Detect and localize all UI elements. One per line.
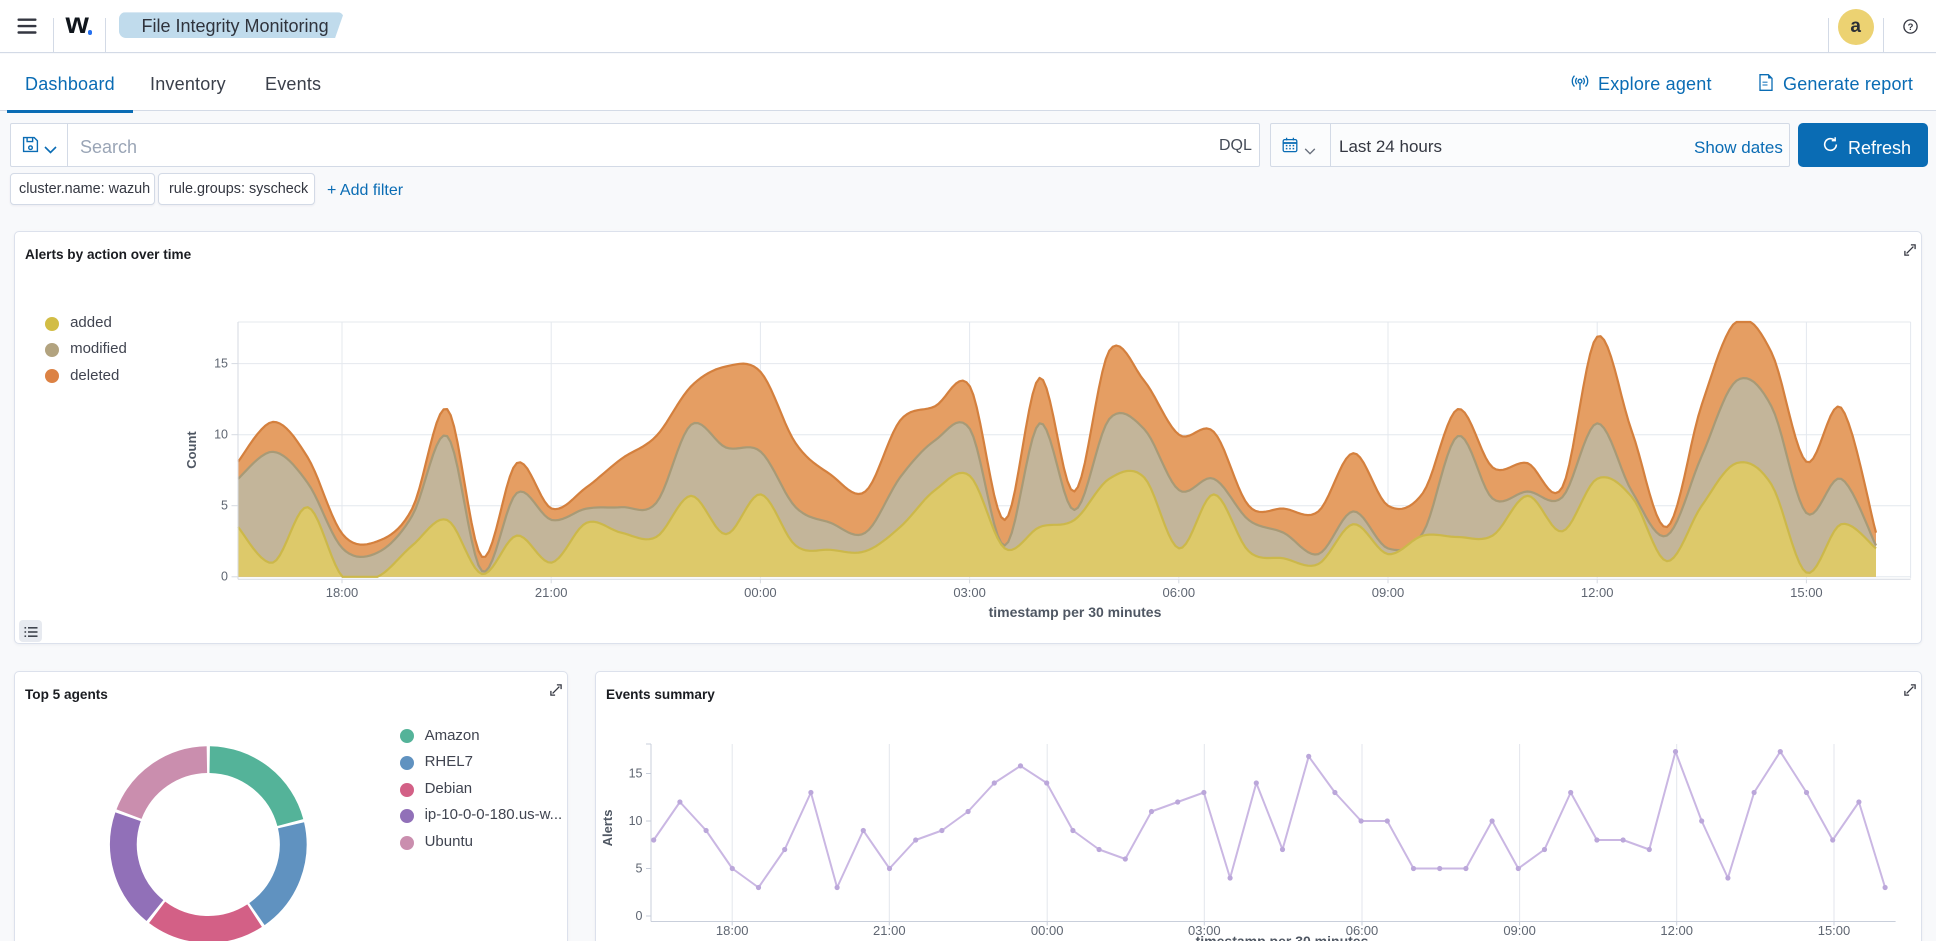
- svg-text:15: 15: [214, 356, 228, 370]
- svg-text:09:00: 09:00: [1372, 585, 1405, 600]
- svg-text:timestamp per 30 minutes: timestamp per 30 minutes: [989, 604, 1162, 620]
- svg-text:12:00: 12:00: [1581, 585, 1614, 600]
- svg-text:5: 5: [636, 861, 643, 875]
- svg-text:15: 15: [629, 766, 643, 780]
- svg-text:15:00: 15:00: [1790, 585, 1823, 600]
- svg-text:0: 0: [636, 909, 643, 923]
- svg-text:03:00: 03:00: [953, 585, 986, 600]
- svg-text:21:00: 21:00: [873, 923, 906, 938]
- svg-text:18:00: 18:00: [326, 585, 359, 600]
- svg-text:00:00: 00:00: [744, 585, 777, 600]
- svg-text:10: 10: [214, 427, 228, 441]
- svg-text:Alerts: Alerts: [600, 810, 615, 847]
- svg-text:12:00: 12:00: [1660, 923, 1693, 938]
- svg-text:5: 5: [221, 498, 228, 512]
- svg-text:timestamp per 30 minutes: timestamp per 30 minutes: [1196, 933, 1369, 941]
- svg-text:18:00: 18:00: [716, 923, 749, 938]
- svg-text:06:00: 06:00: [1163, 585, 1196, 600]
- svg-text:10: 10: [629, 814, 643, 828]
- svg-text:09:00: 09:00: [1503, 923, 1536, 938]
- svg-text:00:00: 00:00: [1031, 923, 1064, 938]
- svg-text:Count: Count: [184, 431, 199, 469]
- svg-text:21:00: 21:00: [535, 585, 568, 600]
- svg-text:?: ?: [1907, 22, 1913, 33]
- svg-text:0: 0: [221, 570, 228, 584]
- svg-text:15:00: 15:00: [1818, 923, 1851, 938]
